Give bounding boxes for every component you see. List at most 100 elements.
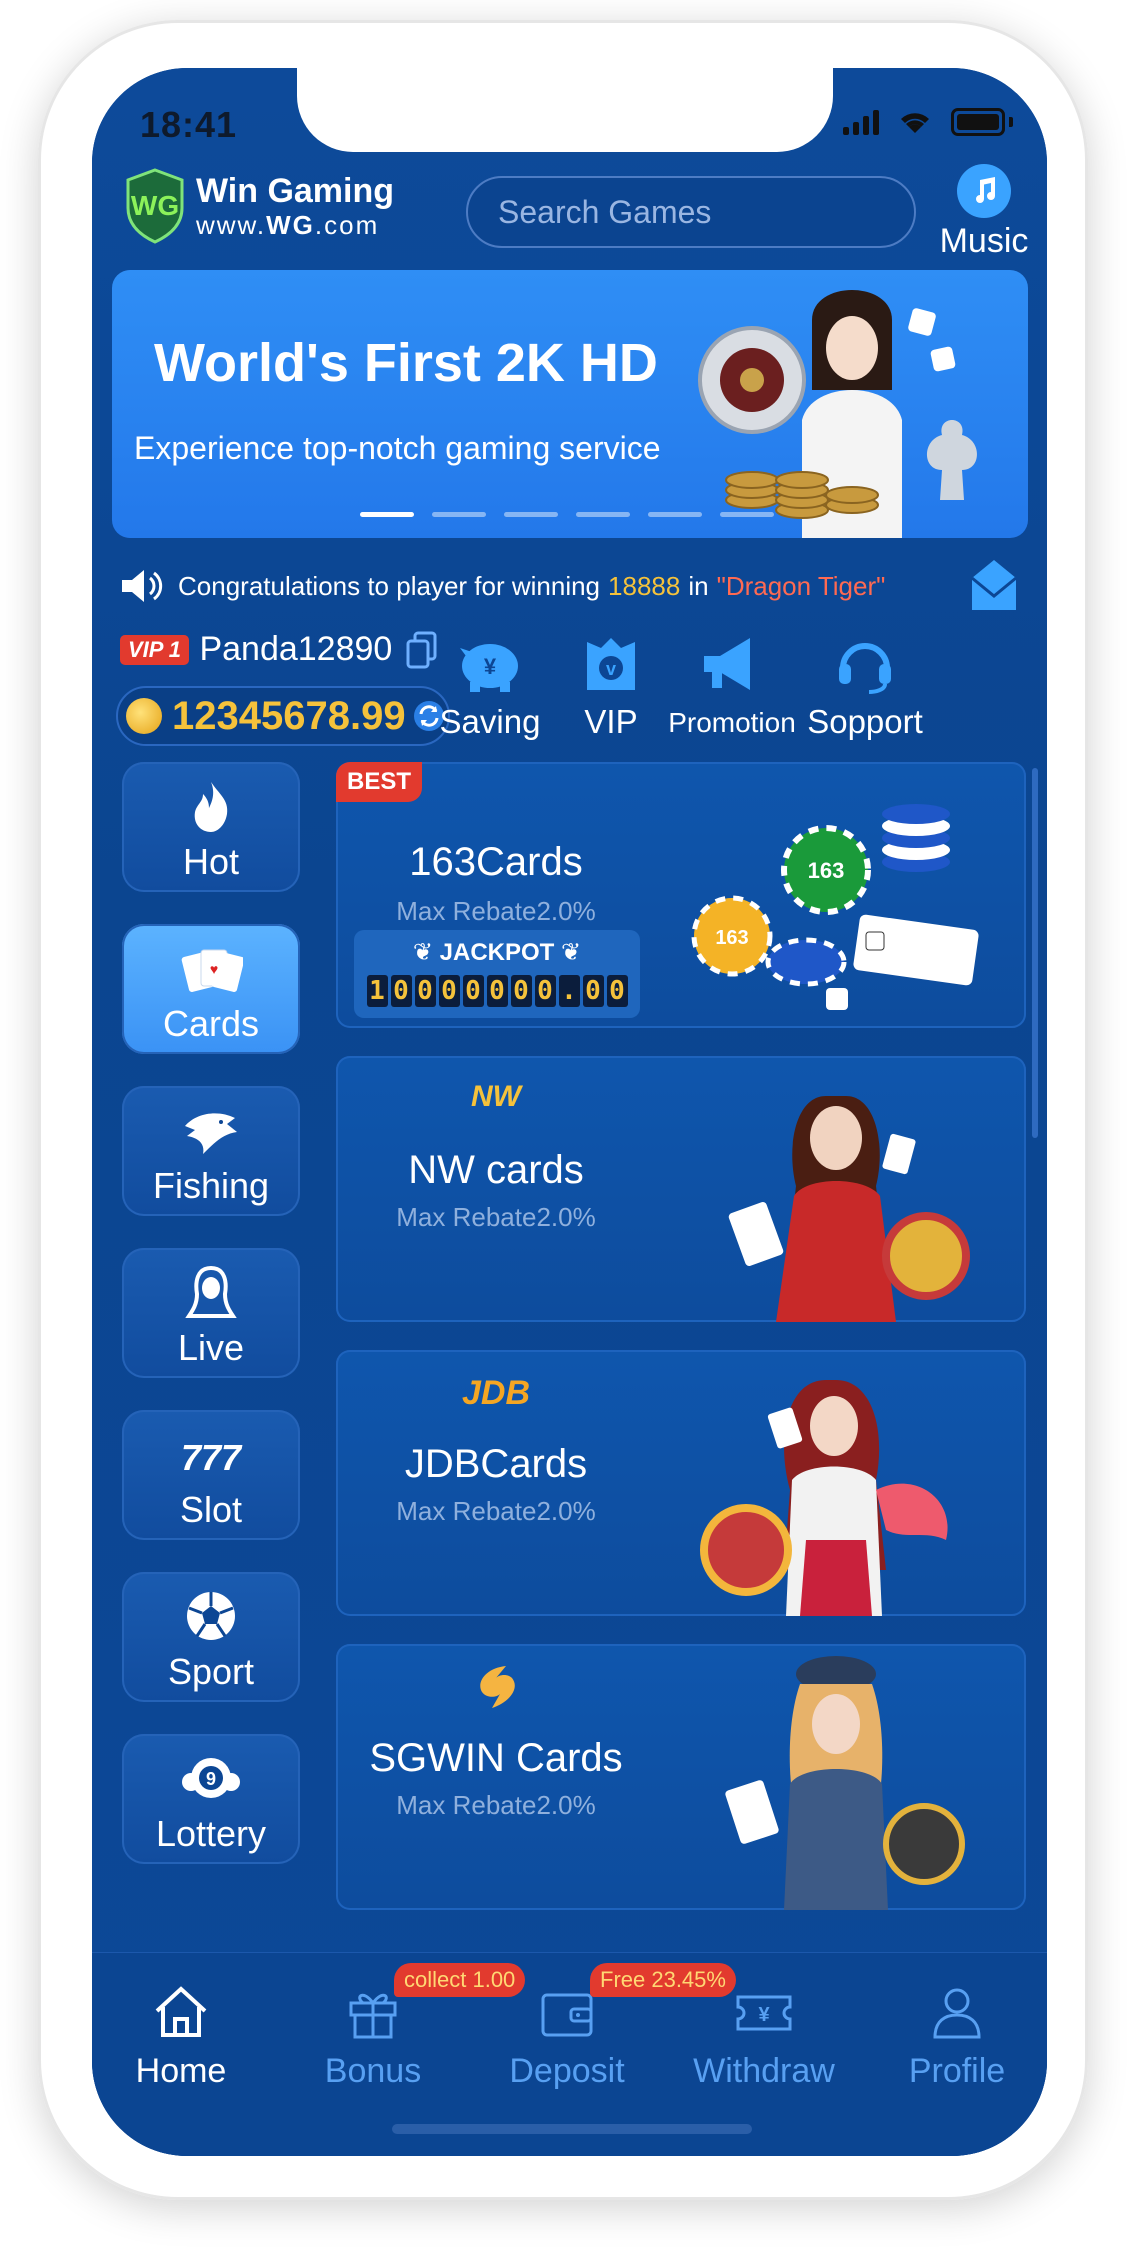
game-title: 163Cards (409, 840, 583, 884)
woman-icon (185, 1265, 237, 1318)
svg-text:v: v (606, 659, 616, 679)
sg-brand-icon (336, 1662, 656, 1719)
home-indicator (392, 2124, 752, 2134)
winner-marquee: Congratulations to player for winning 18… (120, 556, 1020, 616)
vip-crown-icon: v (587, 638, 635, 690)
soccer-ball-icon (187, 1592, 235, 1640)
vip-button[interactable]: v VIP (566, 634, 656, 741)
category-label: Live (177, 1327, 245, 1368)
banner-dot[interactable] (432, 512, 486, 517)
tab-label: Bonus (324, 2052, 422, 2090)
piggy-bank-icon: ¥ (460, 644, 518, 692)
svg-text:163: 163 (715, 927, 748, 949)
banner-dot[interactable] (360, 512, 414, 517)
jackpot-digit: 0 (462, 975, 484, 1007)
vip-level-badge: VIP 1 (120, 634, 189, 665)
category-hot[interactable]: Hot (122, 762, 300, 892)
tab-withdraw[interactable]: ¥ Withdraw (688, 1981, 840, 2091)
music-note-icon (957, 164, 1011, 218)
scrollbar[interactable] (1032, 768, 1038, 1138)
svg-text:JDB: JDB (462, 1374, 530, 1412)
game-card-jdbcards[interactable]: JDB JDBCards Max Rebate2.0% (336, 1350, 1026, 1616)
status-time: 18:41 (140, 104, 238, 145)
banner-pagination (360, 512, 774, 517)
support-button[interactable]: Sopport (802, 634, 928, 741)
game-rebate: Max Rebate2.0% (396, 1496, 596, 1526)
tab-home[interactable]: Home (106, 1981, 256, 2091)
banner-dot[interactable] (648, 512, 702, 517)
svg-text:163: 163 (808, 858, 845, 883)
jackpot-digit: 0 (414, 975, 436, 1007)
vip-label: VIP (584, 703, 638, 740)
svg-text:9: 9 (206, 1769, 216, 1789)
wg-shield-icon: WG (126, 168, 184, 244)
banner-dot[interactable] (576, 512, 630, 517)
category-lottery[interactable]: 9 Lottery (122, 1734, 300, 1864)
music-button[interactable]: Music (934, 164, 1034, 261)
tab-profile[interactable]: Profile (882, 1981, 1032, 2091)
promotion-label: Promotion (668, 707, 796, 738)
coin-icon (126, 698, 162, 734)
svg-text:♥: ♥ (210, 961, 218, 977)
jackpot-digit: 0 (510, 975, 532, 1007)
app-screen: 18:41 WG Win Gaming www.WG.com Music Wor… (92, 68, 1047, 2156)
saving-button[interactable]: ¥ Saving (426, 634, 554, 741)
game-rebate: Max Rebate2.0% (396, 1790, 596, 1820)
jackpot-digit: 0 (390, 975, 412, 1007)
speaker-icon (122, 570, 163, 602)
jackpot-digit: . (558, 975, 580, 1007)
svg-text:¥: ¥ (758, 2004, 770, 2026)
flame-icon (194, 782, 228, 832)
game-title: NW cards (408, 1148, 584, 1192)
support-label: Sopport (807, 703, 923, 740)
best-badge: BEST (336, 762, 422, 802)
tab-label: Profile (908, 2052, 1006, 2090)
category-label: Sport (167, 1651, 255, 1692)
lottery-ball-icon: 9 (182, 1758, 240, 1798)
svg-text:NW: NW (471, 1080, 524, 1112)
dealer-illustration (700, 1380, 948, 1616)
promo-banner[interactable]: World's First 2K HD Experience top-notch… (112, 270, 1028, 538)
category-slot[interactable]: 777 Slot (122, 1410, 300, 1540)
game-card-sgwin-cards[interactable]: SGWIN Cards Max Rebate2.0% (336, 1644, 1026, 1910)
jackpot-digit: 0 (534, 975, 556, 1007)
jackpot-digit: 0 (606, 975, 628, 1007)
cellular-signal-icon (843, 109, 879, 135)
banner-dot[interactable] (504, 512, 558, 517)
game-card-163cards[interactable]: BEST 163Cards Max Rebate2.0% ❦ JACKPOT ❦… (336, 762, 1026, 1028)
category-label: Hot (182, 841, 240, 882)
tab-bonus[interactable]: Bonus (298, 1981, 448, 2091)
poker-chips-illustration: 163 163 (691, 804, 979, 1010)
triple-seven-icon: 777 (181, 1437, 243, 1478)
headset-icon (839, 643, 891, 694)
status-indicators (843, 108, 1013, 136)
shark-icon (185, 1113, 237, 1154)
brand-logo[interactable]: WG Win Gaming www.WG.com (124, 168, 394, 244)
tab-label: Deposit (509, 2052, 625, 2090)
game-title: SGWIN Cards (369, 1736, 623, 1780)
megaphone-icon (704, 638, 750, 690)
logo-title: Win Gaming (196, 171, 395, 210)
tab-deposit[interactable]: Deposit (492, 1981, 642, 2091)
category-label: Cards (162, 1003, 260, 1044)
banner-dot[interactable] (720, 512, 774, 517)
yen-ticket-icon: ¥ (736, 1995, 792, 2031)
category-sport[interactable]: Sport (122, 1572, 300, 1702)
jackpot-digit: 0 (486, 975, 508, 1007)
wallet-balance: 12345678.99 (116, 686, 450, 746)
game-card-nw-cards[interactable]: NW NW cards Max Rebate2.0% (336, 1056, 1026, 1322)
notice-text: Congratulations to player for winning (178, 570, 601, 601)
category-live[interactable]: Live (122, 1248, 300, 1378)
svg-text:¥: ¥ (484, 654, 497, 679)
search-input[interactable] (468, 192, 920, 232)
mail-icon[interactable] (968, 556, 1020, 614)
search-bar[interactable] (466, 176, 920, 248)
home-icon (155, 1986, 207, 2037)
category-label: Fishing (152, 1165, 270, 1206)
category-cards[interactable]: ♥ Cards (122, 924, 300, 1054)
category-fishing[interactable]: Fishing (122, 1086, 300, 1216)
svg-text:777: 777 (181, 1437, 243, 1478)
device-notch (297, 68, 833, 152)
playing-cards-icon: ♥ (181, 949, 245, 992)
promotion-button[interactable]: Promotion (664, 634, 800, 739)
